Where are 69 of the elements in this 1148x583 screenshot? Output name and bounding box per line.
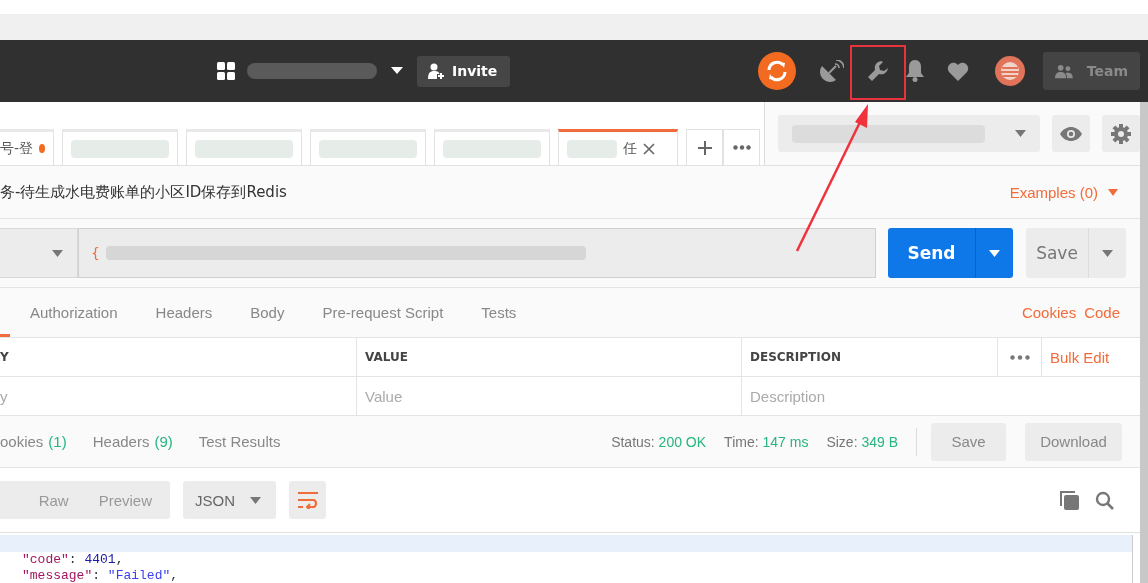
more-icon[interactable]	[1009, 354, 1030, 360]
save-button[interactable]: Save	[1026, 228, 1126, 278]
request-link[interactable]: Code	[1084, 304, 1120, 321]
view-mode-tab[interactable]: Raw	[38, 491, 69, 509]
new-tab-button[interactable]	[686, 129, 723, 165]
response-tab[interactable]: ookies (1)	[0, 433, 67, 450]
code-line: "code": 4401,	[21, 552, 125, 568]
sync-icon[interactable]	[758, 52, 796, 90]
request-section-tab[interactable]: Pre-request Script	[322, 304, 444, 321]
url-text: {	[91, 245, 100, 261]
people-icon	[1055, 62, 1073, 80]
view-mode-tab[interactable]: Preview	[98, 491, 152, 509]
request-title: 务-待生成水电费账单的小区ID保存到Redis	[0, 182, 287, 202]
format-dropdown[interactable]: JSON	[183, 481, 276, 519]
wrap-button[interactable]	[289, 481, 326, 519]
request-link[interactable]: Cookies	[1021, 304, 1077, 321]
column-header: DESCRIPTION	[742, 338, 998, 376]
response-stat: Size: 349 B	[826, 433, 898, 450]
request-tab[interactable]: 号-登	[0, 129, 54, 165]
code-line: "message": "Failed",	[21, 568, 180, 583]
caret-icon	[1102, 249, 1113, 257]
save-response-button[interactable]: Save	[931, 422, 1006, 461]
examples-link[interactable]: Examples (0)	[1009, 183, 1098, 201]
copy-icon[interactable]	[1060, 490, 1079, 510]
satellite-dish-icon[interactable]	[820, 60, 844, 82]
redacted-block	[567, 139, 617, 158]
annotation-box	[850, 45, 906, 100]
caret-icon	[52, 249, 63, 257]
key-input[interactable]: y	[0, 377, 357, 415]
url-field[interactable]: {	[78, 228, 876, 278]
eye-icon	[1060, 126, 1082, 141]
bulk-edit-link[interactable]: Bulk Edit	[1050, 348, 1110, 366]
caret-icon	[1015, 130, 1026, 137]
response-tab[interactable]: Test Results	[198, 433, 281, 450]
tab-label: 号-登	[0, 139, 34, 158]
bell-icon[interactable]	[905, 60, 925, 82]
more-icon	[732, 145, 751, 150]
search-icon[interactable]	[1095, 490, 1114, 510]
caret-icon	[989, 249, 1000, 257]
more-tabs-button[interactable]	[723, 129, 760, 165]
response-stat: Time: 147 ms	[724, 433, 809, 450]
grid-icon[interactable]	[217, 62, 235, 80]
avatar-icon[interactable]	[995, 56, 1025, 86]
caret-icon[interactable]	[391, 67, 403, 75]
eye-button[interactable]	[1052, 115, 1090, 152]
request-section-tab[interactable]: Body	[250, 304, 285, 321]
request-tab[interactable]: 任	[558, 129, 678, 165]
settings-icon	[1111, 123, 1131, 144]
tab-label: 任	[623, 139, 637, 158]
request-section-tab[interactable]: Authorization	[30, 304, 118, 321]
response-tab[interactable]: Headers (9)	[92, 433, 173, 450]
add-user-icon	[428, 62, 445, 80]
close-icon[interactable]	[643, 142, 655, 155]
caret-icon	[250, 496, 261, 504]
wrench-icon[interactable]	[867, 60, 889, 82]
heart-icon[interactable]	[947, 61, 969, 81]
plus-icon	[697, 140, 712, 155]
response-stat: Status: 200 OK	[611, 433, 707, 450]
column-header: Y	[0, 338, 357, 376]
send-button[interactable]: Send	[888, 228, 1013, 278]
environment-dropdown[interactable]	[778, 115, 1040, 152]
invite-button[interactable]: Invite	[417, 55, 511, 87]
column-header: VALUE	[357, 338, 742, 376]
download-button[interactable]: Download	[1025, 422, 1122, 461]
request-section-tab[interactable]: Headers	[155, 304, 213, 321]
team-button[interactable]: Team	[1043, 52, 1140, 90]
settings-button[interactable]	[1102, 115, 1140, 152]
wrap-lines-icon	[296, 491, 319, 509]
request-section-tab[interactable]: Tests	[481, 304, 517, 321]
